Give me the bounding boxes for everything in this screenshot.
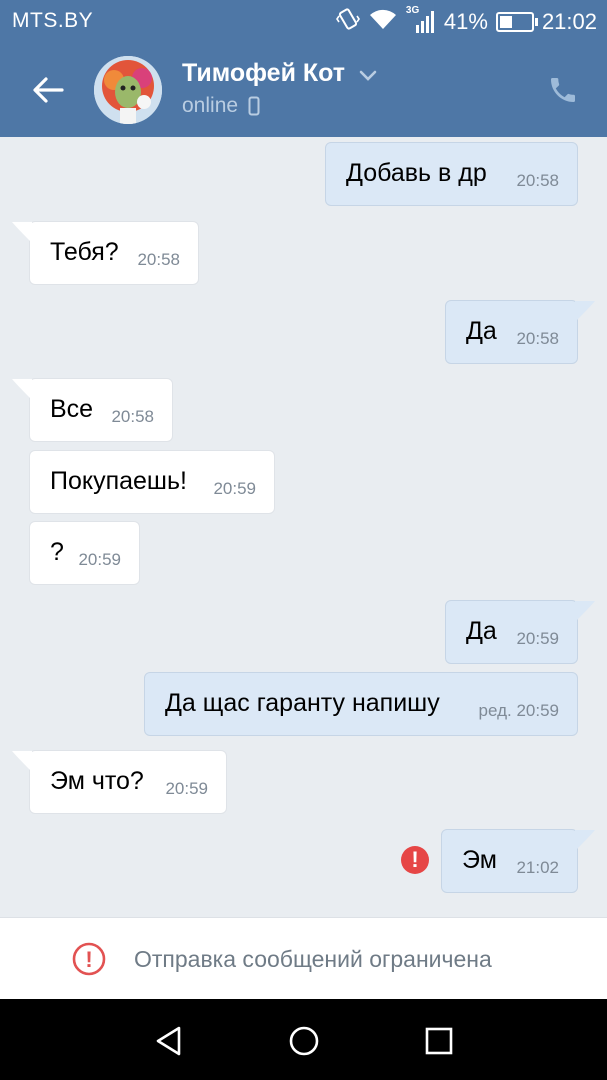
triangle-back-icon [156,1026,181,1056]
back-button[interactable] [22,68,74,112]
message-incoming[interactable]: ? 20:59 [29,521,140,585]
call-button[interactable] [547,74,583,110]
message-text: Да [466,317,497,345]
message-incoming[interactable]: Покупаешь! 20:59 [29,450,275,514]
battery-level [499,16,513,28]
message-text: Да [466,617,497,645]
contact-name[interactable]: Тимофей Кот [182,59,345,88]
message-outgoing[interactable]: Добавь в др 20:58 [325,142,578,206]
vibrate-icon [335,7,360,37]
messaging-restricted-banner: ! Отправка сообщений ограничена [0,917,607,1000]
carrier-label: MTS.BY [12,9,94,32]
message-time: 20:59 [165,779,208,798]
message-text: Покупаешь! [50,467,187,495]
message-incoming[interactable]: Все 20:58 [12,378,173,442]
message-time: 20:58 [516,171,559,190]
message-time: 20:59 [78,550,121,569]
nav-home-button[interactable] [282,1019,326,1063]
message-time: 20:59 [516,629,559,648]
status-bar: MTS.BY 3G 41% 21:02 [0,0,607,44]
nav-recents-button[interactable] [417,1019,461,1063]
message-time: 20:59 [213,479,256,498]
nav-back-button[interactable] [147,1019,191,1063]
message-time: 21:02 [516,858,559,877]
bubble-tail [12,751,32,772]
message-outgoing[interactable]: Да щас гаранту напишу ред. 20:59 [144,672,578,736]
message-outgoing[interactable]: Да 20:59 [445,600,595,664]
clock: 21:02 [541,9,597,34]
restriction-text: Отправка сообщений ограничена [134,946,492,972]
back-arrow-icon [33,77,64,103]
bubble-tail [12,379,32,400]
circle-home-icon [289,1026,319,1056]
message-time: 20:58 [137,250,180,269]
contact-status: online [182,94,260,118]
message-incoming[interactable]: Тебя? 20:58 [12,221,199,285]
message-text: Эм [462,846,497,874]
square-recents-icon [425,1027,453,1055]
battery-percent: 41% [443,9,488,34]
bubble-tail [575,301,595,322]
mobile-device-icon [248,96,260,116]
chat-header: Тимофей Кот online [0,44,607,137]
app-top-bar: MTS.BY 3G 41% 21:02 Тимофей Кот online [0,0,607,137]
message-time: 20:58 [516,329,559,348]
system-nav-bar [0,999,607,1080]
message-text: ? [50,538,64,566]
message-text: Добавь в др [346,159,487,187]
send-error-icon[interactable]: ! [401,846,429,874]
message-text: Эм что? [50,767,144,795]
battery-icon [495,12,538,32]
message-time: ред. 20:59 [478,701,559,720]
bubble-tail [575,830,595,851]
chevron-down-icon[interactable] [358,69,378,83]
message-text: Да щас гаранту напишу [165,689,440,717]
alert-mark: ! [85,947,93,972]
message-outgoing[interactable]: Эм 21:02 [441,829,595,893]
signal-icon: 3G [406,5,436,35]
message-incoming[interactable]: Эм что? 20:59 [12,750,227,814]
message-text: Тебя? [50,238,119,266]
message-outgoing[interactable]: Да 20:58 [445,300,595,364]
message-time: 20:58 [111,407,154,426]
bubble-tail [12,222,32,243]
contact-avatar[interactable] [94,56,162,124]
message-text: Все [50,395,94,423]
bubble-tail [575,601,595,622]
alert-circle-icon: ! [72,942,106,976]
phone-icon [551,78,575,102]
wifi-icon [368,7,398,37]
online-label: online [182,94,239,117]
status-icons: 3G 41% 21:02 [335,5,597,38]
